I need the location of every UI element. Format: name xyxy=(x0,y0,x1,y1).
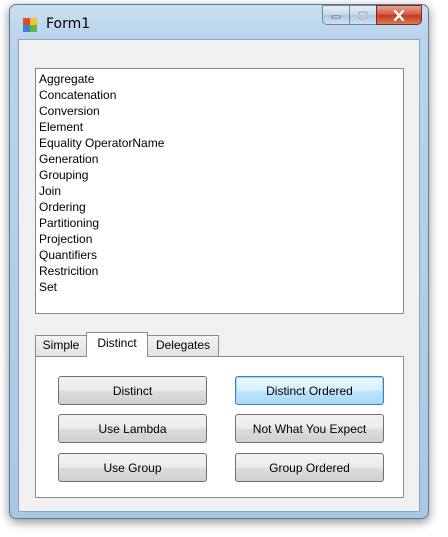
not-what-you-expect-button[interactable]: Not What You Expect xyxy=(235,414,384,443)
close-icon xyxy=(393,9,405,21)
minimize-icon xyxy=(331,15,341,19)
list-item[interactable]: Generation xyxy=(39,151,403,167)
maximize-icon xyxy=(358,10,368,20)
list-item[interactable]: Ordering xyxy=(39,199,403,215)
tab-distinct[interactable]: Distinct xyxy=(86,332,148,357)
list-item[interactable]: Element xyxy=(39,119,403,135)
title-bar[interactable]: Form1 xyxy=(10,5,428,39)
tab-delegates[interactable]: Delegates xyxy=(147,335,219,356)
list-item[interactable]: Projection xyxy=(39,231,403,247)
form-window: Form1 Aggregate Concatenation Conversion El… xyxy=(9,4,429,519)
tab-simple[interactable]: Simple xyxy=(35,335,87,356)
use-group-button[interactable]: Use Group xyxy=(58,453,207,482)
client-area: Aggregate Concatenation Conversion Element E… xyxy=(18,39,420,512)
maximize-button[interactable] xyxy=(349,5,376,25)
distinct-ordered-button[interactable]: Distinct Ordered xyxy=(235,376,384,405)
list-item[interactable]: Conversion xyxy=(39,103,403,119)
close-button[interactable] xyxy=(376,5,422,25)
list-item[interactable]: Set xyxy=(39,279,403,295)
use-lambda-button[interactable]: Use Lambda xyxy=(58,414,207,443)
operators-listbox[interactable]: Aggregate Concatenation Conversion Element E… xyxy=(35,68,404,314)
list-item[interactable]: Restricition xyxy=(39,263,403,279)
form-icon xyxy=(23,18,37,32)
minimize-button[interactable] xyxy=(322,5,349,25)
tab-panel-distinct: Distinct Distinct Ordered Use Lambda Not… xyxy=(35,356,404,498)
window-title: Form1 xyxy=(46,16,91,32)
list-item[interactable]: Grouping xyxy=(39,167,403,183)
list-item[interactable]: Quantifiers xyxy=(39,247,403,263)
list-item[interactable]: Partitioning xyxy=(39,215,403,231)
group-ordered-button[interactable]: Group Ordered xyxy=(235,453,384,482)
list-item[interactable]: Join xyxy=(39,183,403,199)
list-item[interactable]: Aggregate xyxy=(39,71,403,87)
list-item[interactable]: Equality OperatorName xyxy=(39,135,403,151)
list-item[interactable]: Concatenation xyxy=(39,87,403,103)
distinct-button[interactable]: Distinct xyxy=(58,376,207,405)
